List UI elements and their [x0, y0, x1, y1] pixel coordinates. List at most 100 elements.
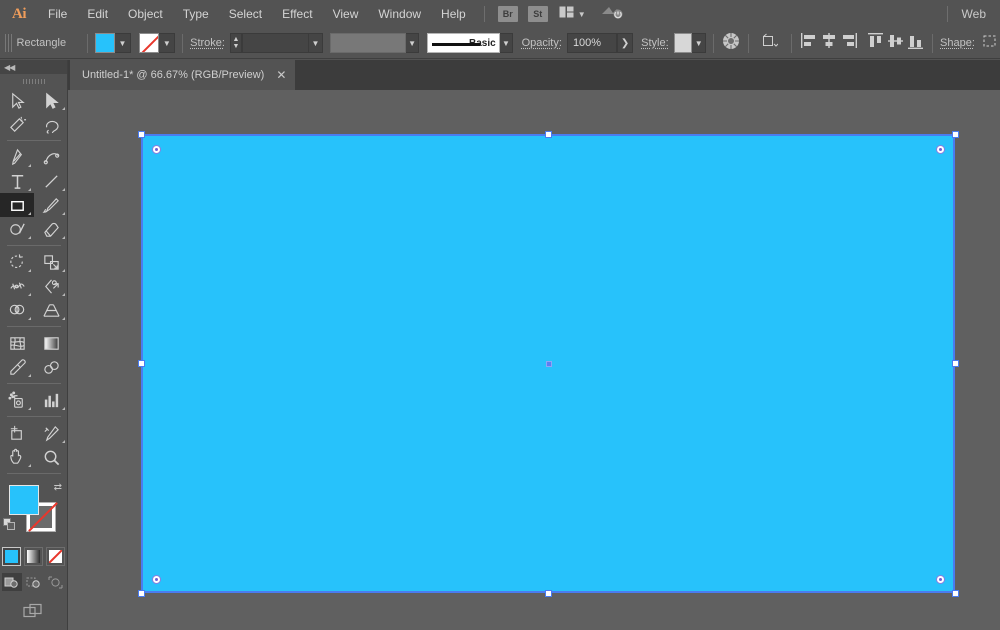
collapse-panel-icon[interactable]: ◀◀ [4, 63, 15, 72]
menu-item-object[interactable]: Object [118, 0, 173, 28]
swap-fill-stroke-icon[interactable]: ⇄ [54, 482, 62, 493]
gradient-tool[interactable] [34, 331, 68, 355]
shape-options-button[interactable] [980, 32, 1000, 54]
blend-tool[interactable] [34, 355, 68, 379]
rotate-tool[interactable] [0, 250, 34, 274]
arrange-documents-button[interactable]: ▼ [559, 5, 586, 23]
menu-item-view[interactable]: View [323, 0, 369, 28]
symbol-sprayer-tool[interactable] [0, 388, 34, 412]
paintbrush-tool[interactable] [34, 193, 68, 217]
handle-bottom-center[interactable] [545, 590, 552, 597]
fill-color-control[interactable]: ▼ [94, 33, 131, 53]
fill-dropdown-arrow[interactable]: ▼ [114, 33, 131, 53]
free-transform-tool[interactable] [34, 274, 68, 298]
align-bottom-button[interactable] [905, 32, 925, 54]
brush-definition-field[interactable]: Basic [426, 33, 500, 53]
selection-tool[interactable] [0, 88, 34, 112]
stroke-profile-dropdown-arrow[interactable]: ▼ [405, 33, 420, 53]
stroke-weight-stepper[interactable]: ▲ ▼ [230, 33, 243, 53]
handle-bottom-right[interactable] [952, 590, 959, 597]
stroke-weight-label[interactable]: Stroke: [190, 37, 225, 49]
tools-panel-header[interactable]: ◀◀ [0, 60, 67, 74]
tools-panel-gripper[interactable] [0, 74, 67, 88]
opacity-field[interactable]: 100% [566, 33, 618, 53]
curvature-tool[interactable] [34, 145, 68, 169]
stock-button[interactable]: St [527, 6, 548, 22]
shape-builder-tool[interactable] [0, 298, 34, 322]
type-tool[interactable] [0, 169, 34, 193]
menu-item-file[interactable]: File [38, 0, 77, 28]
recolor-artwork-button[interactable] [721, 32, 741, 54]
stroke-profile-field[interactable] [330, 33, 406, 53]
pen-tool[interactable] [0, 145, 34, 169]
stroke-weight-dropdown-arrow[interactable]: ▼ [309, 33, 323, 53]
line-segment-tool[interactable] [34, 169, 68, 193]
menu-item-help[interactable]: Help [431, 0, 476, 28]
live-corner-top-right[interactable] [936, 145, 945, 154]
stroke-dropdown-arrow[interactable]: ▼ [159, 33, 176, 53]
align-horizontal-center-button[interactable] [819, 32, 839, 54]
align-left-button[interactable] [799, 32, 819, 54]
menu-item-select[interactable]: Select [219, 0, 272, 28]
magic-wand-tool[interactable] [0, 112, 34, 136]
direct-selection-tool[interactable] [34, 88, 68, 112]
column-graph-tool[interactable] [34, 388, 68, 412]
default-fill-stroke-icon[interactable] [3, 518, 16, 531]
handle-middle-right[interactable] [952, 360, 959, 367]
width-tool[interactable] [0, 274, 34, 298]
live-corner-top-left[interactable] [152, 145, 161, 154]
perspective-grid-tool[interactable] [34, 298, 68, 322]
handle-top-left[interactable] [138, 131, 145, 138]
hand-tool[interactable] [0, 445, 34, 469]
gradient-mode-button[interactable] [24, 547, 43, 566]
slice-tool[interactable] [34, 421, 68, 445]
stroke-color-control[interactable]: ▼ [139, 33, 176, 53]
shaper-tool[interactable] [0, 217, 34, 241]
brush-dropdown-arrow[interactable]: ▼ [499, 33, 514, 53]
opacity-label[interactable]: Opacity: [522, 37, 562, 49]
close-icon[interactable]: ✕ [276, 69, 286, 81]
mesh-tool[interactable] [0, 331, 34, 355]
handle-top-center[interactable] [545, 131, 552, 138]
stroke-weight-field[interactable] [242, 33, 310, 53]
stroke-color-swatch-none[interactable] [139, 33, 160, 53]
change-screen-mode-button[interactable] [0, 603, 67, 620]
live-corner-bottom-right[interactable] [936, 575, 945, 584]
eraser-tool[interactable] [34, 217, 68, 241]
eyedropper-tool[interactable] [0, 355, 34, 379]
web-workspace-button[interactable]: Web [962, 0, 986, 28]
graphic-style-swatch[interactable] [673, 33, 693, 53]
transform-button[interactable] [756, 32, 784, 54]
fill-color-box[interactable] [9, 485, 39, 515]
style-label[interactable]: Style: [641, 37, 669, 49]
document-tab[interactable]: Untitled-1* @ 66.67% (RGB/Preview) ✕ [70, 60, 296, 90]
color-mode-button[interactable] [2, 547, 21, 566]
control-bar-gripper[interactable] [5, 34, 13, 52]
artboard-canvas[interactable] [68, 90, 1000, 630]
scale-tool[interactable] [34, 250, 68, 274]
align-vertical-center-button[interactable] [885, 32, 905, 54]
style-dropdown-arrow[interactable]: ▼ [692, 33, 706, 53]
live-corner-bottom-left[interactable] [152, 575, 161, 584]
lasso-tool[interactable] [34, 112, 68, 136]
none-mode-button[interactable] [46, 547, 65, 566]
shape-label[interactable]: Shape: [940, 37, 975, 49]
creative-cloud-button[interactable] [600, 3, 624, 26]
artboard-tool[interactable] [0, 421, 34, 445]
opacity-expand-arrow[interactable]: ❯ [617, 33, 633, 53]
menu-item-edit[interactable]: Edit [77, 0, 118, 28]
draw-inside-button[interactable] [46, 573, 66, 591]
draw-behind-button[interactable] [24, 573, 44, 591]
menu-item-window[interactable]: Window [368, 0, 431, 28]
align-right-button[interactable] [839, 32, 859, 54]
rectangle-tool[interactable] [0, 193, 34, 217]
align-top-button[interactable] [865, 32, 885, 54]
bridge-button[interactable]: Br [497, 6, 518, 22]
handle-middle-left[interactable] [138, 360, 145, 367]
handle-bottom-left[interactable] [138, 590, 145, 597]
zoom-tool[interactable] [34, 445, 68, 469]
draw-normal-button[interactable] [1, 573, 22, 591]
menu-item-type[interactable]: Type [173, 0, 219, 28]
menu-item-effect[interactable]: Effect [272, 0, 322, 28]
fill-color-swatch[interactable] [94, 33, 115, 53]
